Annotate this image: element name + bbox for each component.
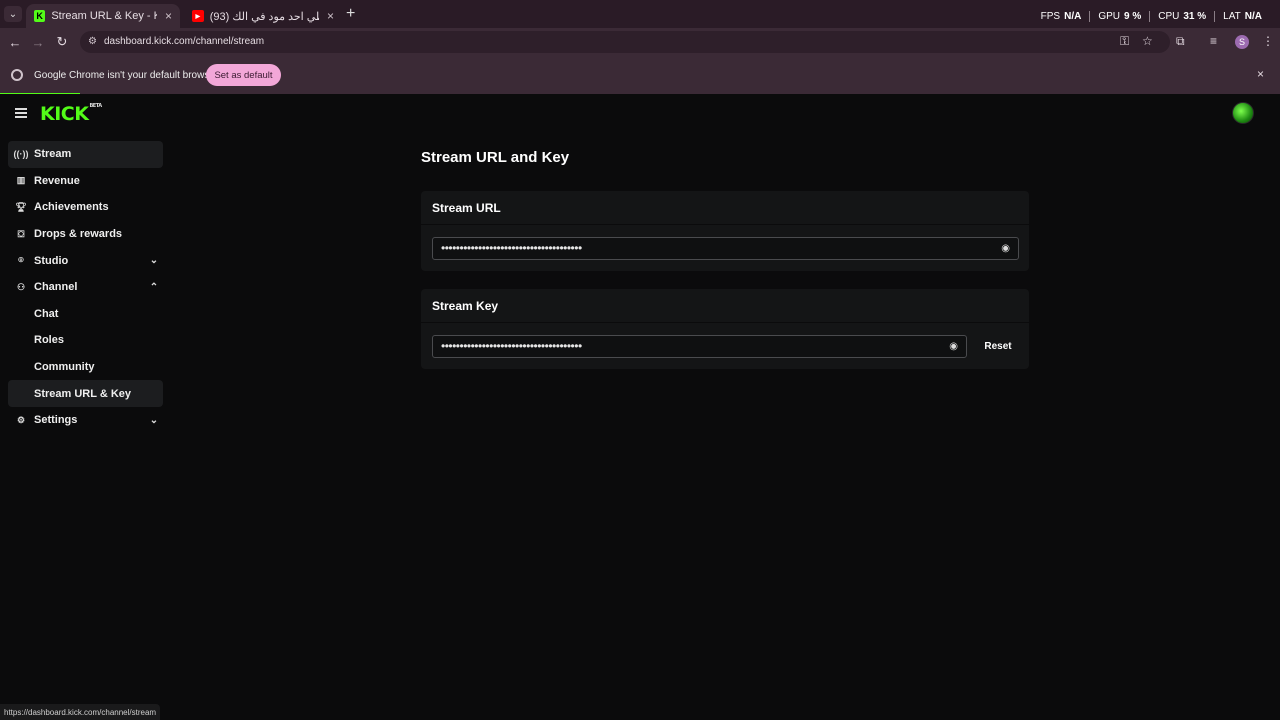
new-tab-button[interactable]: + [346,5,355,23]
sidebar-item-achievements[interactable]: 🏆︎ Achievements [8,194,163,221]
sidebar-item-revenue[interactable]: ▥ Revenue [8,168,163,195]
stream-key-heading: Stream Key [421,289,1029,323]
sidebar-item-channel[interactable]: ⚇ Channel ⌃ [8,274,163,301]
tab-search-button[interactable]: ⌄ [4,6,22,22]
perf-gpu: GPU 9 % [1089,11,1149,22]
media-control-icon[interactable]: ≡ [1210,34,1217,48]
tab-title: Stream URL & Key - Kick Dashb [51,10,157,22]
stream-url-masked-value: •••••••••••••••••••••••••••••••••••••• [441,241,582,255]
perf-fps: FPS N/A [1040,11,1082,22]
performance-overlay: FPS N/A GPU 9 % CPU 31 % LAT N/A [1033,11,1270,22]
studio-icon: ⌾ [18,255,24,266]
show-eye-icon[interactable]: ◉ [949,341,958,352]
reset-key-button[interactable]: Reset [973,335,1023,358]
stream-key-card: Stream Key •••••••••••••••••••••••••••••… [421,289,1029,369]
stream-url-card: Stream URL •••••••••••••••••••••••••••••… [421,191,1029,271]
address-bar[interactable]: ⚙ dashboard.kick.com/channel/stream [80,31,1170,53]
trophy-icon: 🏆︎ [15,201,27,212]
channel-icon: ⚇ [16,281,26,292]
sidebar-item-community[interactable]: Community [8,354,163,381]
site-info-icon[interactable]: ⚙ [88,36,97,47]
dashboard-sidebar: ((·)) Stream ▥ Revenue 🏆︎ Achievements ⛋… [8,141,163,434]
infobar-close-icon[interactable]: × [1257,67,1264,81]
stream-url-heading: Stream URL [421,191,1029,225]
chevron-up-icon[interactable]: ⌃ [145,282,163,293]
status-bar-url: https://dashboard.kick.com/channel/strea… [0,704,161,720]
kick-dashboard: KICKBETA ((·)) Stream ▥ Revenue 🏆︎ Achie… [0,94,1280,720]
infobar-message: Google Chrome isn't your default browser [34,70,219,81]
show-eye-icon[interactable]: ◉ [1001,243,1010,254]
tab-close-icon[interactable]: × [165,9,172,23]
sidebar-item-stream[interactable]: ((·)) Stream [8,141,163,168]
browser-toolbar: ← → ↻ ⚙ dashboard.kick.com/channel/strea… [0,28,1280,56]
chevron-down-icon[interactable]: ⌄ [145,415,163,426]
user-avatar[interactable] [1232,102,1254,124]
page-title: Stream URL and Key [421,149,570,166]
perf-cpu: CPU 31 % [1149,11,1214,22]
kick-favicon-icon: K [34,10,46,22]
sidebar-item-chat[interactable]: Chat [8,301,163,328]
reload-icon[interactable]: ↻ [54,34,70,50]
browser-tab-strip: ⌄ K Stream URL & Key - Kick Dashb × ▶ (9… [0,0,1280,28]
chart-icon: ▥ [16,175,26,186]
bookmark-star-icon[interactable]: ☆ [1142,34,1153,48]
sidebar-item-settings[interactable]: ⚙ Settings ⌄ [8,407,163,434]
sidebar-item-studio[interactable]: ⌾ Studio ⌄ [8,247,163,274]
browser-tab-kick[interactable]: K Stream URL & Key - Kick Dashb × [26,4,180,28]
stream-key-masked-value: •••••••••••••••••••••••••••••••••••••• [441,339,582,353]
stream-url-field[interactable]: •••••••••••••••••••••••••••••••••••••• ◉ [432,237,1019,260]
gift-icon: ⛋ [17,228,25,239]
sidebar-item-stream-url-key[interactable]: Stream URL & Key [8,380,163,407]
back-arrow-icon[interactable]: ← [7,34,23,50]
forward-arrow-icon[interactable]: → [30,34,46,50]
sidebar-item-roles[interactable]: Roles [8,327,163,354]
tab-close-icon[interactable]: × [327,9,334,23]
default-browser-infobar: Google Chrome isn't your default browser… [0,56,1280,94]
menu-kebab-icon[interactable]: ⋮ [1262,34,1274,48]
gear-icon: ⚙ [16,414,26,425]
kick-logo[interactable]: KICKBETA [40,103,102,125]
youtube-favicon-icon: ▶ [192,10,204,22]
hamburger-menu-icon[interactable] [15,108,27,118]
perf-lat: LAT N/A [1214,11,1270,22]
chevron-down-icon[interactable]: ⌄ [145,255,163,266]
tab-title: (93) يكيف تعطي احد مود في الك [209,10,319,23]
broadcast-icon: ((·)) [13,149,29,160]
stream-key-field[interactable]: •••••••••••••••••••••••••••••••••••••• ◉ [432,335,967,358]
address-url[interactable]: dashboard.kick.com/channel/stream [104,36,264,47]
password-key-icon[interactable]: ⚿ [1120,34,1129,49]
chrome-logo-icon [11,69,23,81]
set-as-default-button[interactable]: Set as default [206,64,281,86]
sidebar-item-drops[interactable]: ⛋ Drops & rewards [8,221,163,248]
extensions-icon[interactable]: ⧉ [1176,34,1185,49]
browser-tab-youtube[interactable]: ▶ (93) يكيف تعطي احد مود في الك × [184,4,342,28]
profile-avatar[interactable]: S [1235,35,1249,49]
